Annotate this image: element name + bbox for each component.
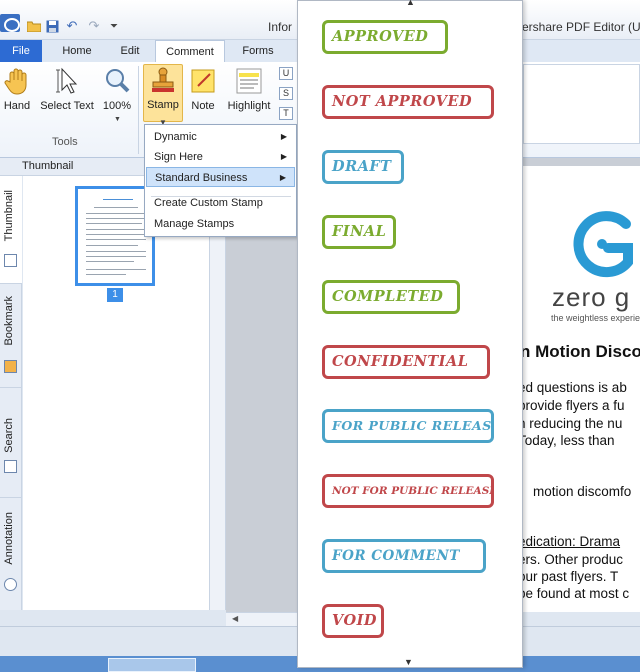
magnifier-icon bbox=[106, 69, 130, 93]
stamp-confidential[interactable]: CONFIDENTIAL bbox=[322, 345, 490, 379]
menu-item-label: Standard Business bbox=[155, 172, 248, 184]
stamp-for-public-release[interactable]: FOR PUBLIC RELEASE bbox=[322, 409, 494, 443]
save-icon[interactable] bbox=[44, 18, 60, 34]
menu-item-label: Create Custom Stamp bbox=[154, 197, 263, 209]
side-tab-search[interactable]: Search bbox=[0, 388, 22, 498]
side-tab-strip: Thumbnail Bookmark Search Annotation bbox=[0, 176, 22, 610]
select-text-button[interactable]: Select Text bbox=[40, 66, 94, 120]
scroll-up-arrow-icon[interactable]: ▲ bbox=[406, 0, 415, 7]
stamp-label: Stamp bbox=[147, 99, 179, 111]
bookmark-icon bbox=[4, 360, 17, 373]
window-title-left: Infor bbox=[268, 20, 293, 34]
stamp-completed[interactable]: COMPLETED bbox=[322, 280, 460, 314]
note-button[interactable]: Note bbox=[188, 66, 218, 120]
document-text-line: ed questions is ab bbox=[518, 380, 627, 395]
side-tab-bookmark[interactable]: Bookmark bbox=[0, 284, 22, 388]
select-cursor-icon bbox=[56, 67, 78, 94]
tab-forms[interactable]: Forms bbox=[232, 40, 284, 62]
stamp-icon bbox=[152, 67, 174, 92]
search-icon bbox=[4, 460, 17, 473]
zoom-button[interactable]: 100% bbox=[100, 66, 134, 120]
document-text-line: Today, less than bbox=[518, 433, 615, 448]
document-text-line: edication: Drama bbox=[518, 534, 621, 549]
stamp-button[interactable]: Stamp bbox=[143, 64, 183, 122]
document-text-line: be found at most c bbox=[518, 586, 630, 601]
note-icon bbox=[191, 69, 215, 93]
hand-icon bbox=[4, 68, 27, 95]
side-tab-label: Search bbox=[3, 418, 15, 453]
document-text-line: our past flyers. T bbox=[518, 569, 619, 584]
stamp-not-for-public-release[interactable]: NOT FOR PUBLIC RELEASE bbox=[322, 474, 494, 508]
thumbnail-area: 1 bbox=[23, 176, 209, 610]
menu-item-create-custom-stamp[interactable]: Create Custom Stamp bbox=[146, 193, 295, 213]
document-heading: n Motion Disco bbox=[520, 342, 640, 361]
document-text-line: n reducing the nu bbox=[518, 416, 623, 431]
ribbon-separator bbox=[138, 66, 139, 154]
stamp-draft[interactable]: DRAFT bbox=[322, 150, 404, 184]
logo-tagline: the weightless experien bbox=[551, 313, 640, 323]
zoom-dropdown-caret-icon[interactable]: ▼ bbox=[114, 116, 121, 123]
open-folder-icon[interactable] bbox=[26, 18, 42, 34]
tab-edit[interactable]: Edit bbox=[108, 40, 152, 62]
logo-text: zero g bbox=[552, 282, 631, 312]
tab-file[interactable]: File bbox=[0, 40, 42, 62]
side-tab-label: Bookmark bbox=[3, 296, 15, 346]
stamp-menu: Dynamic ▶ Sign Here ▶ Standard Business ▶ C… bbox=[144, 124, 297, 237]
tab-comment[interactable]: Comment bbox=[155, 40, 225, 63]
menu-item-dynamic[interactable]: Dynamic ▶ bbox=[146, 127, 295, 147]
document-text-line: motion discomfo bbox=[533, 484, 632, 499]
menu-item-label: Sign Here bbox=[154, 151, 203, 163]
strikeout-tool-icon[interactable]: S bbox=[279, 87, 293, 100]
undo-icon[interactable]: ↶ bbox=[64, 18, 80, 34]
side-tab-label: Thumbnail bbox=[3, 190, 15, 242]
scroll-left-arrow-icon[interactable]: ◀ bbox=[232, 614, 238, 623]
redo-icon[interactable]: ↷ bbox=[86, 18, 102, 34]
note-label: Note bbox=[191, 100, 215, 112]
highlight-label: Highlight bbox=[227, 100, 271, 112]
hand-tool-button[interactable]: Hand bbox=[0, 66, 34, 120]
side-tab-thumbnail[interactable]: Thumbnail bbox=[0, 176, 22, 284]
app-logo-icon[interactable] bbox=[0, 14, 20, 32]
window-title-right: ershare PDF Editor (U bbox=[522, 20, 640, 34]
ribbon-right-panel bbox=[523, 64, 640, 144]
thumbnail-panel-title: Thumbnail bbox=[22, 160, 74, 172]
side-tab-label: Annotation bbox=[3, 512, 15, 565]
group-label-tools: Tools bbox=[52, 136, 78, 148]
annotation-icon bbox=[4, 578, 17, 591]
zero-g-logo-icon bbox=[573, 211, 633, 278]
menu-item-label: Dynamic bbox=[154, 131, 197, 143]
stamp-final[interactable]: FINAL bbox=[322, 215, 396, 249]
submenu-arrow-icon: ▶ bbox=[280, 132, 287, 141]
document-text-line: provide flyers a fu bbox=[518, 398, 625, 413]
menu-item-sign-here[interactable]: Sign Here ▶ bbox=[146, 147, 295, 167]
menu-item-label: Manage Stamps bbox=[154, 218, 235, 230]
thumbnail-icon bbox=[4, 254, 17, 267]
zoom-label: 100% bbox=[102, 100, 132, 112]
menu-item-standard-business[interactable]: Standard Business ▶ bbox=[146, 167, 295, 187]
stamp-approved[interactable]: APPROVED bbox=[322, 20, 448, 54]
select-text-label: Select Text bbox=[40, 100, 94, 112]
scroll-down-arrow-icon[interactable]: ▼ bbox=[404, 657, 413, 667]
stamp-for-comment[interactable]: FOR COMMENT bbox=[322, 539, 486, 573]
page-thumbnail[interactable] bbox=[75, 186, 155, 286]
insert-text-tool-icon[interactable]: T bbox=[279, 107, 293, 120]
menu-item-manage-stamps[interactable]: Manage Stamps bbox=[146, 214, 295, 234]
submenu-arrow-icon: ▶ bbox=[280, 152, 287, 161]
submenu-arrow-icon: ▶ bbox=[279, 173, 286, 182]
stamp-void[interactable]: VOID bbox=[322, 604, 384, 638]
tab-home[interactable]: Home bbox=[52, 40, 102, 62]
taskbar-item[interactable] bbox=[108, 658, 196, 672]
underline-tool-icon[interactable]: U bbox=[279, 67, 293, 80]
panel-splitter[interactable] bbox=[209, 176, 226, 610]
stamp-not-approved[interactable]: NOT APPROVED bbox=[322, 85, 494, 119]
customize-toolbar-icon[interactable]: ⏷ bbox=[106, 18, 122, 34]
document-text-line: ers. Other produc bbox=[518, 552, 624, 567]
page-number-badge: 1 bbox=[107, 288, 123, 302]
hand-label: Hand bbox=[3, 100, 31, 112]
highlight-button[interactable]: Highlight bbox=[224, 66, 274, 120]
highlight-icon bbox=[236, 68, 262, 94]
side-tab-annotation[interactable]: Annotation bbox=[0, 498, 22, 610]
